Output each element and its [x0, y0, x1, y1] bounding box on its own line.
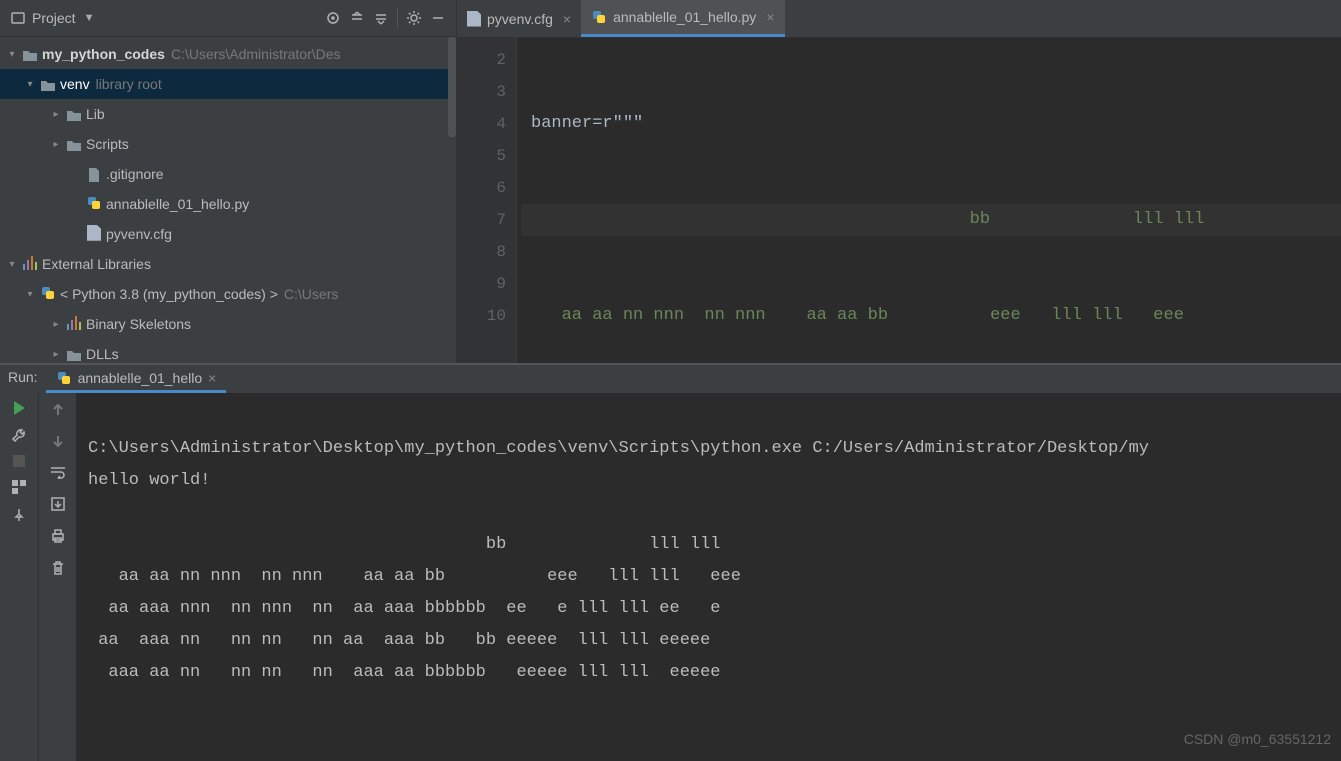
folder-icon — [66, 348, 82, 362]
run-toolbar-left — [0, 393, 38, 761]
scrollbar[interactable] — [448, 37, 456, 137]
close-icon[interactable]: × — [766, 9, 774, 25]
code-area[interactable]: banner=r""" bb lll lll aa aa nn nnn nn n… — [517, 38, 1341, 363]
tree-root[interactable]: ▾ my_python_codes C:\Users\Administrator… — [0, 39, 456, 69]
folder-icon — [22, 48, 38, 62]
root-path: C:\Users\Administrator\Des — [171, 46, 341, 62]
line-gutter: 2 3 4 5 6 7 8 9 10 — [457, 38, 517, 363]
tree-dlls[interactable]: ▸ DLLs — [0, 339, 456, 363]
project-panel-title: Project — [32, 10, 76, 26]
up-icon[interactable] — [51, 403, 65, 420]
down-icon[interactable] — [51, 434, 65, 451]
editor-tab-annablelle[interactable]: annablelle_01_hello.py × — [581, 0, 784, 37]
run-tab[interactable]: annablelle_01_hello × — [46, 365, 227, 393]
gear-icon[interactable] — [402, 6, 426, 30]
tree-scripts[interactable]: ▸ Scripts — [0, 129, 456, 159]
run-panel: Run: annablelle_01_hello × C:\Users\Admi… — [0, 363, 1341, 761]
trash-icon[interactable] — [51, 560, 65, 579]
project-panel-header: Project ▼ — [0, 0, 456, 37]
root-name: my_python_codes — [42, 46, 165, 62]
tree-external-libraries[interactable]: ▾ External Libraries — [0, 249, 456, 279]
python-file-icon — [591, 9, 607, 25]
console-output[interactable]: C:\Users\Administrator\Desktop\my_python… — [76, 393, 1341, 761]
expand-all-icon[interactable] — [345, 6, 369, 30]
folder-icon — [66, 138, 82, 152]
editor-tab-pyvenv[interactable]: pyvenv.cfg × — [457, 0, 581, 37]
dropdown-icon[interactable]: ▼ — [84, 12, 95, 24]
soft-wrap-icon[interactable] — [50, 465, 66, 482]
python-icon — [56, 370, 72, 386]
run-toolbar-actions — [38, 393, 76, 761]
folder-icon — [66, 108, 82, 122]
close-icon[interactable]: × — [563, 11, 571, 27]
project-icon — [10, 10, 26, 26]
hide-icon[interactable] — [426, 6, 450, 30]
layout-icon[interactable] — [11, 479, 27, 495]
tree-venv[interactable]: ▾ venv library root — [0, 69, 456, 99]
editor-body: 2 3 4 5 6 7 8 9 10 banner=r""" bb lll ll… — [457, 38, 1341, 363]
python-icon — [40, 285, 56, 301]
editor-area: pyvenv.cfg × annablelle_01_hello.py × 2 … — [457, 0, 1341, 363]
project-panel: Project ▼ ▾ my_python_codes C:\Users\Adm… — [0, 0, 457, 363]
tree-binary-skeletons[interactable]: ▸ Binary Skeletons — [0, 309, 456, 339]
run-label: Run: — [6, 365, 46, 393]
project-tree: ▾ my_python_codes C:\Users\Administrator… — [0, 37, 456, 363]
tree-lib[interactable]: ▸ Lib — [0, 99, 456, 129]
file-icon — [87, 167, 101, 183]
select-opened-file-icon[interactable] — [321, 6, 345, 30]
tree-pyfile[interactable]: annablelle_01_hello.py — [0, 189, 456, 219]
close-icon[interactable]: × — [208, 370, 216, 386]
venv-name: venv — [60, 76, 90, 92]
scroll-to-end-icon[interactable] — [50, 496, 66, 515]
tree-python-env[interactable]: ▾ < Python 3.8 (my_python_codes) > C:\Us… — [0, 279, 456, 309]
run-header: Run: annablelle_01_hello × — [0, 365, 1341, 393]
cfg-file-icon — [467, 11, 481, 27]
folder-icon — [40, 78, 56, 92]
pin-icon[interactable] — [11, 507, 27, 523]
wrench-icon[interactable] — [11, 427, 27, 443]
stop-icon[interactable] — [13, 455, 25, 467]
collapse-all-icon[interactable] — [369, 6, 393, 30]
venv-hint: library root — [96, 76, 162, 92]
tree-cfg[interactable]: pyvenv.cfg — [0, 219, 456, 249]
tree-gitignore[interactable]: .gitignore — [0, 159, 456, 189]
libraries-icon — [66, 316, 82, 330]
editor-tabs: pyvenv.cfg × annablelle_01_hello.py × — [457, 0, 1341, 38]
watermark: CSDN @m0_63551212 — [1184, 723, 1331, 755]
cfg-file-icon — [87, 225, 101, 241]
libraries-icon — [22, 256, 38, 270]
print-icon[interactable] — [50, 529, 66, 546]
rerun-icon[interactable] — [14, 401, 25, 415]
python-file-icon — [86, 195, 102, 211]
